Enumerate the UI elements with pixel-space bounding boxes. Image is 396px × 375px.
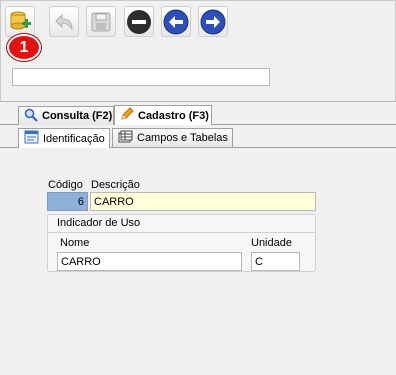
tab-identificacao-label: Identificação [43,132,105,145]
unidade-field[interactable]: C [251,252,300,271]
arrow-left-icon [163,9,189,35]
next-record-button[interactable] [198,6,228,37]
codigo-field[interactable]: 6 [47,192,88,211]
undo-icon [52,11,76,33]
unidade-label: Unidade [251,237,292,249]
notification-badge: 1 [7,34,41,61]
group-title: Indicador de Uso [47,214,316,233]
toolbar-text-field[interactable] [12,68,270,86]
save-disk-icon [90,11,112,33]
tab-campos-tabelas[interactable]: Campos e Tabelas [112,128,233,147]
tab-campos-label: Campos e Tabelas [137,132,228,144]
id-card-icon [24,130,39,147]
delete-minus-icon [126,9,152,35]
tab-cadastro-label: Cadastro (F3) [138,109,209,122]
nome-label: Nome [60,237,90,249]
add-record-button[interactable] [5,6,35,37]
codigo-label: Código [48,179,83,191]
save-button[interactable] [86,6,116,37]
descricao-field[interactable]: CARRO [90,192,316,211]
nome-field[interactable]: CARRO [57,252,242,271]
pencil-icon [120,107,134,124]
tab-consulta-label: Consulta (F2) [42,110,113,122]
previous-record-button[interactable] [161,6,191,37]
add-record-icon [8,10,32,34]
table-grid-icon [118,130,133,147]
magnifier-icon [24,108,38,125]
tab-cadastro[interactable]: Cadastro (F3) [114,105,212,125]
descricao-label: Descrição [91,179,140,191]
undo-button[interactable] [49,6,79,37]
arrow-right-icon [200,9,226,35]
tab-consulta[interactable]: Consulta (F2) [18,106,114,125]
delete-button[interactable] [124,6,154,37]
tab-identificacao[interactable]: Identificação [18,128,110,148]
